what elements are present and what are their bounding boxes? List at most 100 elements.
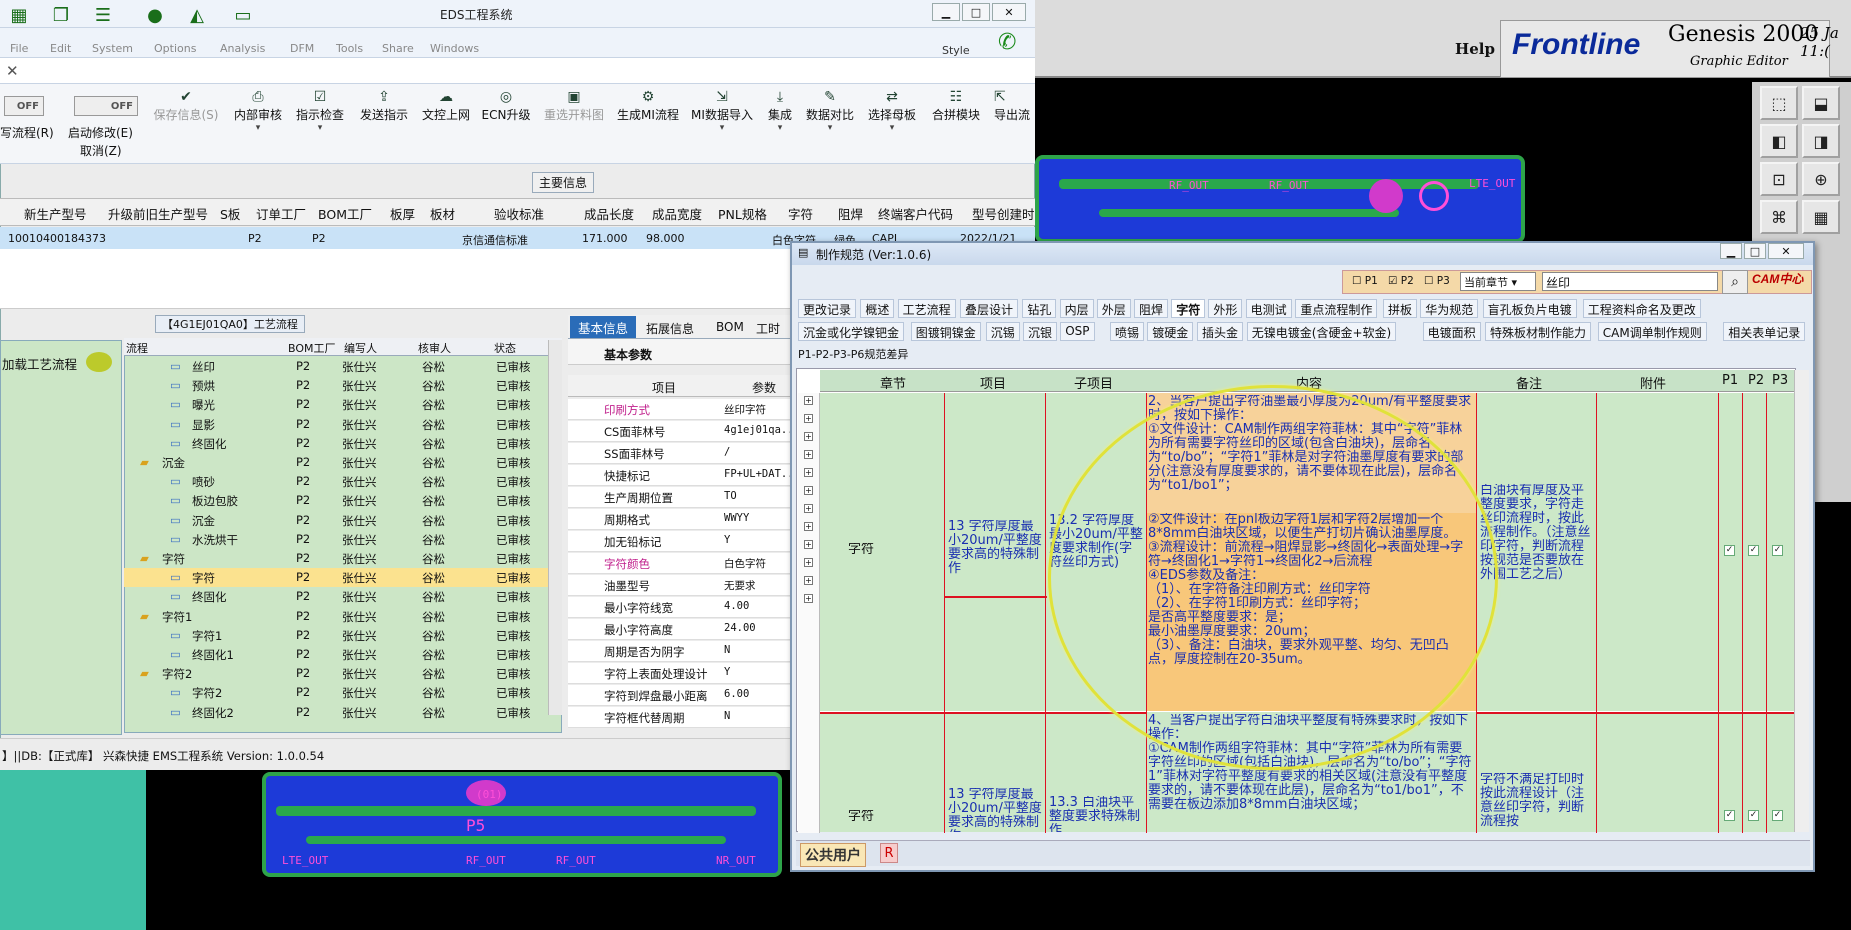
tool-icon[interactable]: ⊡: [1760, 162, 1798, 196]
tool-icon[interactable]: ⬓: [1802, 86, 1840, 120]
expand-icon[interactable]: +: [804, 396, 813, 405]
user-icon[interactable]: ●: [140, 4, 170, 26]
menu-system[interactable]: System: [92, 42, 133, 55]
tab-OSP[interactable]: OSP: [1060, 322, 1095, 341]
param-row[interactable]: 印刷方式 丝印字符: [568, 399, 798, 420]
tree-row[interactable]: ▭ 字符 P2 张仕兴 谷松 已审核: [124, 568, 562, 588]
expand-icon[interactable]: +: [804, 468, 813, 477]
tree-row[interactable]: ▭ 喷砂 P2 张仕兴 谷松 已审核: [124, 472, 562, 491]
menu-edit[interactable]: Edit: [50, 42, 71, 55]
tab-basic-info[interactable]: 基本信息: [570, 316, 636, 338]
tree-row[interactable]: ▰ 字符 P2 张仕兴 谷松 已审核: [124, 549, 562, 568]
tree-row[interactable]: ▭ 丝印 P2 张仕兴 谷松 已审核: [124, 357, 562, 376]
spec-header-cell[interactable]: 章节: [880, 373, 906, 392]
monitor-icon[interactable]: ▭: [228, 4, 258, 26]
grid-header-cell[interactable]: PNL规格: [718, 204, 767, 223]
tree-row[interactable]: ▭ 曝光 P2 张仕兴 谷松 已审核: [124, 395, 562, 414]
copy-icon[interactable]: ❐: [46, 4, 76, 26]
tab-电镀面积[interactable]: 电镀面积: [1422, 322, 1481, 341]
p2-checkbox[interactable]: ✓: [1748, 810, 1759, 821]
param-row[interactable]: 加无铅标记 Y: [568, 531, 798, 552]
tab-重点流程制作[interactable]: 重点流程制作: [1295, 299, 1378, 318]
tree-header-cell[interactable]: BOM工厂: [288, 340, 336, 356]
tree-row[interactable]: ▭ 字符2 P2 张仕兴 谷松 已审核: [124, 683, 562, 702]
tab-extended-info[interactable]: 拓展信息: [646, 320, 694, 337]
tab-镀硬金[interactable]: 镀硬金: [1147, 322, 1194, 341]
param-row[interactable]: 字符框代替周期 N: [568, 707, 798, 728]
grid-header-cell[interactable]: 阻焊: [838, 204, 863, 223]
grid-header-cell[interactable]: 字符: [788, 204, 813, 223]
expand-icon[interactable]: +: [804, 522, 813, 531]
tree-row[interactable]: ▭ 水洗烘干 P2 张仕兴 谷松 已审核: [124, 530, 562, 549]
grid-header-cell[interactable]: 验收标准: [494, 204, 544, 223]
tab-喷锡[interactable]: 喷锡: [1110, 322, 1145, 341]
expand-icon[interactable]: +: [804, 504, 813, 513]
p2-checkbox[interactable]: ✓: [1748, 545, 1759, 556]
tab-概述[interactable]: 概述: [860, 299, 895, 318]
tab-拼板[interactable]: 拼板: [1383, 299, 1418, 318]
grid-header-cell[interactable]: BOM工厂: [318, 204, 372, 223]
param-row[interactable]: 字符到焊盘最小距离 6.00: [568, 685, 798, 706]
tree-scrollbar[interactable]: [548, 340, 562, 715]
grid-header-cell[interactable]: 板材: [430, 204, 455, 223]
chart-icon[interactable]: ◭: [182, 4, 212, 26]
tab-更改记录[interactable]: 更改记录: [798, 299, 857, 318]
tree-row[interactable]: ▭ 终固化 P2 张仕兴 谷松 已审核: [124, 587, 562, 606]
expand-icon[interactable]: +: [804, 576, 813, 585]
grid-header-cell[interactable]: S板: [220, 204, 240, 223]
tree-row[interactable]: ▭ 终固化2 P2 张仕兴 谷松 已审核: [124, 703, 562, 722]
menu-windows[interactable]: Windows: [430, 42, 479, 55]
spec-header-cell[interactable]: 子项目: [1074, 373, 1113, 392]
param-row[interactable]: 快捷标记 FP+UL+DAT...: [568, 465, 800, 486]
menu-analysis[interactable]: Analysis: [220, 42, 265, 55]
tab-工艺流程[interactable]: 工艺流程: [897, 299, 956, 318]
spec-minimize-button[interactable]: ▁: [1720, 243, 1742, 259]
param-row[interactable]: SS面菲林号 /: [568, 443, 798, 464]
tab-沉银[interactable]: 沉银: [1023, 322, 1058, 341]
tree-row[interactable]: ▭ 显影 P2 张仕兴 谷松 已审核: [124, 415, 562, 434]
spec-maximize-button[interactable]: □: [1744, 243, 1766, 259]
tab-相关表单记录[interactable]: 相关表单记录: [1723, 322, 1806, 341]
tree-header-cell[interactable]: 核审人: [418, 340, 451, 356]
item-cell[interactable]: 13 字符厚度最小20um/平整度要求高的特殊制作: [948, 520, 1043, 600]
tab-盲孔板负片电镀[interactable]: 盲孔板负片电镀: [1482, 299, 1577, 318]
tab-叠层设计[interactable]: 叠层设计: [960, 299, 1019, 318]
param-row[interactable]: 生产周期位置 TO: [568, 487, 798, 508]
tab-沉金或化学镍钯金[interactable]: 沉金或化学镍钯金: [798, 322, 905, 341]
p-diff-label[interactable]: P1-P2-P3-P6规范差异: [798, 346, 908, 362]
tool-icon[interactable]: ◧: [1760, 124, 1798, 158]
param-row[interactable]: CS面菲林号 4g1ej01qa...: [568, 421, 800, 442]
tab-外层[interactable]: 外层: [1096, 299, 1131, 318]
tree-row[interactable]: ▰ 字符2 P2 张仕兴 谷松 已审核: [124, 664, 562, 683]
tree-row[interactable]: ▭ 预烘 P2 张仕兴 谷松 已审核: [124, 376, 562, 395]
grid-header-cell[interactable]: 新生产型号: [24, 204, 87, 223]
menu-tools[interactable]: Tools: [336, 42, 363, 55]
tab-work-hours[interactable]: 工时: [756, 320, 780, 337]
param-row[interactable]: 最小字符线宽 4.00: [568, 597, 798, 618]
param-row[interactable]: 字符上表面处理设计 Y: [568, 663, 798, 684]
grid-header-cell[interactable]: 终端客户代码: [878, 204, 953, 223]
expand-icon[interactable]: +: [804, 486, 813, 495]
export-flow-button[interactable]: ⇱ 导出流: [980, 88, 1035, 160]
tool-icon[interactable]: ⊕: [1802, 162, 1840, 196]
expand-icon[interactable]: +: [804, 540, 813, 549]
spec-close-button[interactable]: ✕: [1768, 243, 1804, 259]
spec-header-cell[interactable]: 附件: [1640, 373, 1666, 392]
tree-row[interactable]: ▭ 终固化 P2 张仕兴 谷松 已审核: [124, 434, 562, 453]
grid-header-cell[interactable]: 型号创建时: [972, 204, 1035, 223]
chat-bubble-icon[interactable]: [86, 352, 112, 372]
filter-p1-checkbox[interactable]: ☐ P1: [1352, 275, 1378, 287]
tab-插头金[interactable]: 插头金: [1197, 322, 1244, 341]
menu-options[interactable]: Options: [154, 42, 196, 55]
expand-icon[interactable]: +: [804, 450, 813, 459]
grid-header-cell[interactable]: 成品宽度: [652, 204, 702, 223]
chapter-scope-select[interactable]: 当前章节 ▾: [1460, 272, 1536, 291]
filter-p2-checkbox[interactable]: ☑ P2: [1388, 275, 1414, 287]
param-row[interactable]: 周期格式 WWYY: [568, 509, 798, 530]
reselect-cutting-button[interactable]: ▣ 重选开料图: [534, 88, 614, 160]
tab-钻孔[interactable]: 钻孔: [1022, 299, 1057, 318]
grid-header-cell[interactable]: 成品长度: [584, 204, 634, 223]
tool-icon[interactable]: ⌘: [1760, 200, 1798, 234]
search-icon[interactable]: ⌕: [1722, 270, 1748, 294]
filter-p3-checkbox[interactable]: ☐ P3: [1424, 275, 1450, 287]
